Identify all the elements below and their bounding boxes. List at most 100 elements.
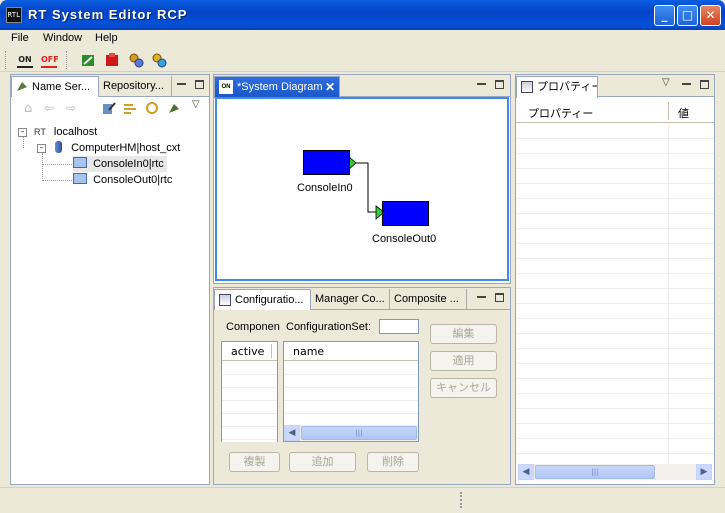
diagram-icon: ON <box>219 80 233 94</box>
maximize-view-icon[interactable] <box>495 293 504 302</box>
tab-name-service[interactable]: Name Ser... <box>11 76 99 98</box>
properties-icon <box>521 81 533 93</box>
refresh-icon[interactable] <box>145 101 159 118</box>
status-bar <box>0 487 725 513</box>
table-rows <box>284 362 418 424</box>
edit-icon[interactable] <box>102 101 116 118</box>
delete-button[interactable]: 削除 <box>367 452 419 472</box>
minimize-view-icon[interactable] <box>477 293 486 298</box>
properties-panel: プロパティー ▽ プロパティー 値 ◀ ||| ▶ <box>515 74 715 485</box>
menu-window[interactable]: Window <box>43 32 82 44</box>
host-context-icon <box>55 141 62 153</box>
left-tab-bar: Name Ser... Repository... <box>11 75 209 98</box>
name-service-icon <box>15 79 29 98</box>
column-header-value[interactable]: 値 <box>678 105 689 121</box>
column-header-name[interactable]: name <box>293 345 324 358</box>
name-service-panel: Name Ser... Repository... ⌂ ⇦ ⇨ ▽ - RT l… <box>10 74 210 485</box>
menu-file[interactable]: File <box>11 32 29 44</box>
maximize-view-icon[interactable] <box>195 80 204 89</box>
properties-horizontal-scrollbar[interactable]: ◀ ||| ▶ <box>518 464 712 480</box>
window-title: RT System Editor RCP <box>28 7 188 22</box>
activate-icon[interactable] <box>80 52 96 68</box>
menu-bar: File Window Help <box>0 30 725 48</box>
config-param-table[interactable]: name ◀ ||| <box>283 341 419 442</box>
component-label: Componen <box>226 321 280 333</box>
view-menu-icon[interactable]: ▽ <box>662 77 670 88</box>
minimize-view-icon[interactable] <box>682 80 691 85</box>
scroll-thumb[interactable]: ||| <box>535 465 655 479</box>
apply-button[interactable]: 適用 <box>430 351 497 371</box>
tab-properties[interactable]: プロパティー <box>516 76 598 98</box>
editor-tab-bar: ON *System Diagram ✕ <box>214 75 510 98</box>
home-icon[interactable]: ⌂ <box>24 101 32 116</box>
toolbar-grip[interactable] <box>5 51 8 69</box>
maximize-view-icon[interactable] <box>700 80 709 89</box>
toolbar: ON OFF <box>0 48 725 72</box>
maximize-view-icon[interactable] <box>495 80 504 89</box>
connect-icon[interactable] <box>167 101 181 118</box>
tree-item-localhost[interactable]: RT localhost <box>34 124 97 140</box>
expand-host-icon[interactable]: - <box>37 144 46 153</box>
gears-settings-icon[interactable] <box>151 52 167 68</box>
tree-item-consoleout[interactable]: ConsoleOut0|rtc <box>73 172 172 188</box>
diagram-canvas[interactable]: ConsoleIn0 ConsoleOut0 <box>215 97 509 281</box>
close-tab-icon[interactable]: ✕ <box>325 77 335 97</box>
port-connector <box>356 162 381 213</box>
menu-help[interactable]: Help <box>95 32 118 44</box>
maximize-button[interactable]: □ <box>677 5 698 26</box>
status-bar-grip[interactable] <box>460 492 463 508</box>
all-on-icon[interactable]: ON <box>17 52 33 68</box>
back-icon[interactable]: ⇦ <box>44 101 54 115</box>
filter-icon[interactable] <box>123 101 137 118</box>
rt-icon: RT <box>34 127 46 137</box>
config-set-table[interactable]: active <box>221 341 278 442</box>
copy-button[interactable]: 複製 <box>229 452 280 472</box>
properties-table-header: プロパティー 値 <box>516 99 714 123</box>
close-button[interactable]: ✕ <box>700 5 721 26</box>
tab-composite[interactable]: Composite ... <box>390 289 467 310</box>
tree-item-consolein[interactable]: ConsoleIn0|rtc <box>73 156 167 172</box>
tab-manager-control[interactable]: Manager Co... <box>311 289 390 310</box>
scroll-right-icon[interactable]: ▶ <box>696 464 712 480</box>
minimize-view-icon[interactable] <box>177 80 186 85</box>
forward-icon[interactable]: ⇨ <box>66 101 76 115</box>
column-header-active[interactable]: active <box>231 345 264 358</box>
tab-system-diagram[interactable]: ON *System Diagram ✕ <box>214 76 340 98</box>
horizontal-scrollbar[interactable]: ◀ ||| <box>284 425 418 441</box>
expand-localhost-icon[interactable]: - <box>18 128 27 137</box>
edit-button[interactable]: 編集 <box>430 324 497 344</box>
all-off-icon[interactable]: OFF <box>41 52 59 68</box>
system-diagram-panel: ON *System Diagram ✕ ConsoleIn0 ConsoleO… <box>213 74 511 284</box>
scroll-left-icon[interactable]: ◀ <box>284 425 300 441</box>
title-bar[interactable]: RTL RT System Editor RCP _ □ ✕ <box>0 0 725 30</box>
table-icon <box>219 294 231 306</box>
deactivate-icon[interactable] <box>104 52 120 68</box>
add-button[interactable]: 追加 <box>289 452 356 472</box>
tab-name-service-label: Name Ser... <box>32 81 91 93</box>
configuration-set-input[interactable] <box>379 319 419 334</box>
properties-tab-bar: プロパティー ▽ <box>516 75 714 98</box>
component-label-consoleout: ConsoleOut0 <box>372 233 437 245</box>
component-label-consolein: ConsoleIn0 <box>297 182 353 194</box>
scroll-thumb[interactable]: ||| <box>301 426 417 440</box>
tab-configuration[interactable]: Configuratio... <box>214 289 311 311</box>
tab-repository[interactable]: Repository... <box>99 76 172 97</box>
component-consoleout[interactable] <box>382 201 429 226</box>
rtc-component-icon <box>73 157 87 168</box>
left-panel-toolbar: ⌂ ⇦ ⇨ ▽ <box>11 97 209 121</box>
toolbar-grip[interactable] <box>66 51 69 69</box>
tree-item-host[interactable]: ComputerHM|host_cxt <box>55 140 180 156</box>
component-consolein[interactable] <box>303 150 350 175</box>
scroll-left-icon[interactable]: ◀ <box>518 464 534 480</box>
connector-layer <box>347 155 385 220</box>
rtc-component-icon <box>73 173 87 184</box>
minimize-button[interactable]: _ <box>654 5 675 26</box>
view-menu-icon[interactable]: ▽ <box>192 99 200 110</box>
column-header-property[interactable]: プロパティー <box>528 105 593 121</box>
configuration-panel: Configuratio... Manager Co... Composite … <box>213 287 511 485</box>
gears-icon[interactable] <box>128 52 144 68</box>
bottom-tab-bar: Configuratio... Manager Co... Composite … <box>214 288 510 311</box>
cancel-button[interactable]: キャンセル <box>430 378 497 398</box>
minimize-view-icon[interactable] <box>477 80 486 85</box>
properties-rows <box>516 124 714 464</box>
